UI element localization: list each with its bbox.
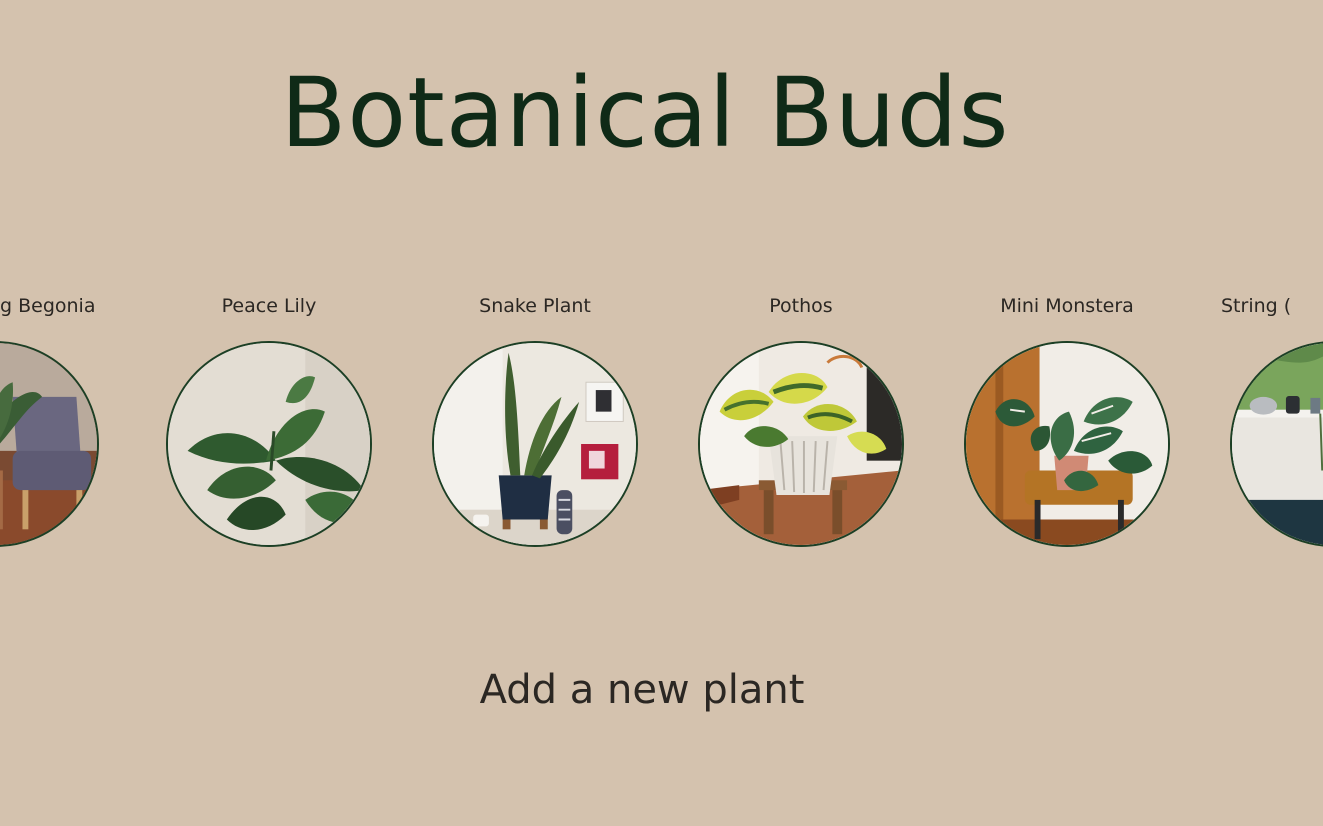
plant-name: String ( [1221, 295, 1292, 317]
mini-monstera-photo-image [966, 343, 1168, 545]
plant-card-peace-lily[interactable]: Peace Lily [166, 290, 372, 550]
pothos-photo-image [700, 343, 902, 545]
plant-photo-peace-lily[interactable] [166, 341, 372, 547]
add-plant-link[interactable]: Add a new plant [0, 660, 1284, 720]
plant-photo-mini-monstera[interactable] [964, 341, 1170, 547]
snake-plant-photo-image [434, 343, 636, 545]
plant-photo-snake-plant[interactable] [432, 341, 638, 547]
peace-lily-photo-image [168, 343, 370, 545]
plant-card-begonia[interactable]: g Begonia [0, 290, 99, 550]
plant-name: g Begonia [0, 295, 96, 317]
plant-photo-string-plant[interactable] [1230, 341, 1323, 547]
plant-photo-begonia[interactable] [0, 341, 99, 547]
plant-carousel[interactable]: g Begonia Peace Lily Snake Plant Pothos … [0, 290, 1323, 560]
begonia-photo-image [0, 343, 97, 545]
plant-photo-pothos[interactable] [698, 341, 904, 547]
string-plant-photo-image [1232, 343, 1323, 545]
plant-card-string-plant[interactable]: String ( [1221, 290, 1323, 550]
plant-card-snake-plant[interactable]: Snake Plant [432, 290, 638, 550]
plant-card-mini-monstera[interactable]: Mini Monstera [964, 290, 1170, 550]
plant-card-pothos[interactable]: Pothos [698, 290, 904, 550]
plant-name: Mini Monstera [1000, 295, 1134, 317]
site-title: Botanical Buds [280, 57, 1010, 169]
